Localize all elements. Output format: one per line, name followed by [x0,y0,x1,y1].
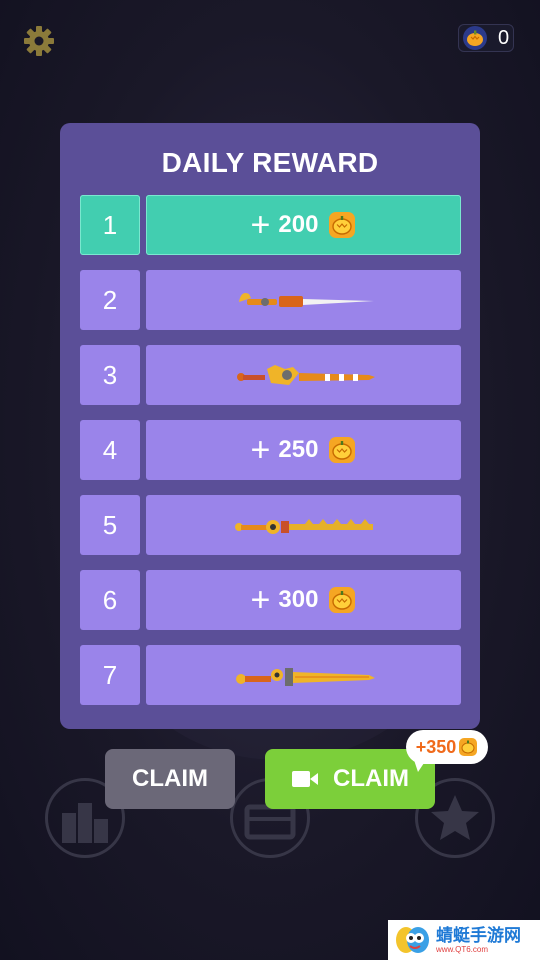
reward-slot [146,645,461,705]
day-number: 5 [80,495,140,555]
panel-title: DAILY REWARD [161,147,379,178]
day-number: 1 [80,195,140,255]
day-number: 3 [80,345,140,405]
sword-icon [238,293,374,307]
reward-slot [146,495,461,555]
coin-counter: 0 [458,24,514,52]
claim-button[interactable]: CLAIM [105,749,235,809]
pumpkin-coin-icon [329,587,356,613]
reward-row-day-2[interactable]: 2 [80,270,461,330]
coin-amount: 300 [278,586,319,613]
day-number: 6 [80,570,140,630]
reward-slot: + 300 [146,570,461,630]
reward-row-day-6[interactable]: 6 + 300 [80,570,461,630]
reward-slot: + 200 [146,195,461,255]
reward-row-day-7[interactable]: 7 [80,645,461,705]
gear-icon[interactable] [22,24,56,58]
reward-slot [146,345,461,405]
pumpkin-coin-icon [329,437,356,463]
reward-row-day-5[interactable]: 5 [80,495,461,555]
reward-slot: + 250 [146,420,461,480]
pumpkin-coin-icon [459,738,478,756]
day-number: 4 [80,420,140,480]
video-claim-label: CLAIM [333,765,409,792]
plus-sign: + [250,431,271,469]
day-number: 7 [80,645,140,705]
sword-icon [235,668,375,686]
pumpkin-coin-icon [329,212,356,238]
reward-row-day-3[interactable]: 3 [80,345,461,405]
plus-sign: + [250,581,271,619]
day-number: 2 [80,270,140,330]
coin-amount: 200 [278,211,319,238]
bonus-badge: +350 [406,730,488,764]
daily-reward-panel: DAILY REWARD 1 + 200 2 3 4 + 250 5 6 + 3… [60,123,480,729]
coin-count: 0 [498,26,510,49]
watermark-title: 蜻蜓手游网 [436,925,521,945]
watermark-url: www.QT6.com [436,944,489,954]
reward-row-day-4[interactable]: 4 + 250 [80,420,461,480]
dragonfly-logo-icon [396,927,429,953]
reward-slot [146,270,461,330]
coin-amount: 250 [278,436,319,463]
plus-sign: + [250,206,271,244]
sword-icon [234,519,373,534]
reward-row-day-1[interactable]: 1 + 200 [80,195,461,255]
pumpkin-coin-icon [463,26,487,50]
video-camera-icon [292,771,318,787]
sword-icon [236,365,375,385]
bonus-amount: +350 [415,736,457,757]
site-watermark: 蜻蜓手游网 www.QT6.com [388,920,540,960]
